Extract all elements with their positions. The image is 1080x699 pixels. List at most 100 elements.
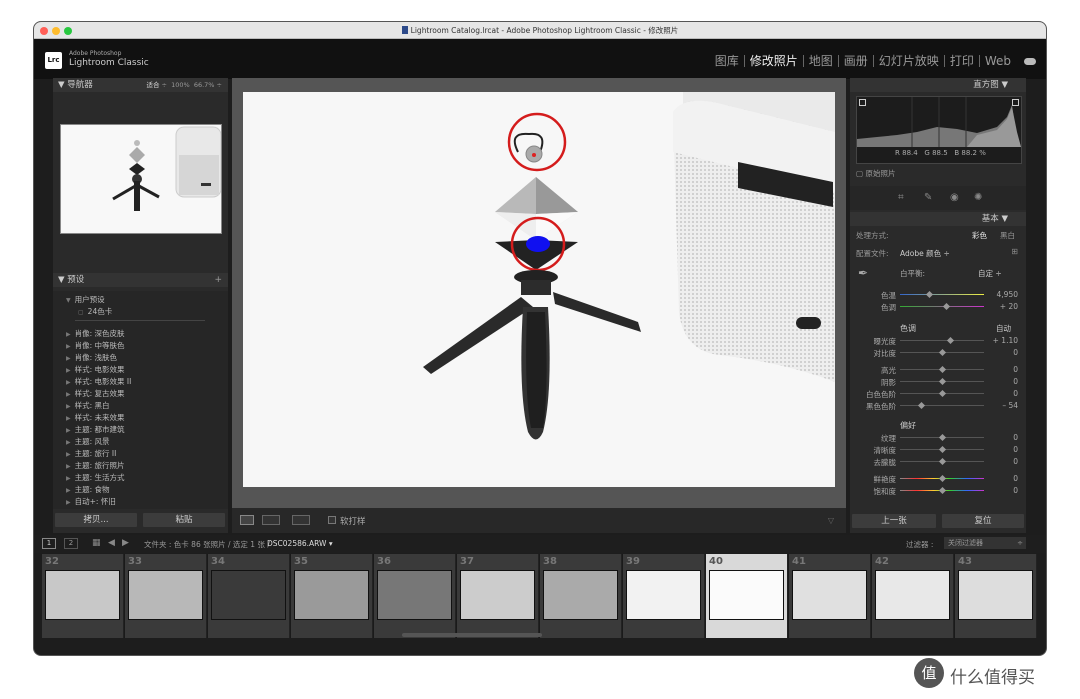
- preset-item[interactable]: ▶ 样式: 未来效果: [66, 412, 125, 423]
- filmstrip-thumbnail[interactable]: 34: [208, 554, 290, 638]
- wb-dropdown[interactable]: 自定 ÷: [978, 268, 1002, 279]
- paste-button[interactable]: 粘贴: [143, 513, 225, 527]
- slider-value[interactable]: + 1.10: [993, 336, 1018, 345]
- module-develop[interactable]: 修改照片: [745, 55, 804, 67]
- module-library[interactable]: 图库: [710, 55, 745, 67]
- preset-user-item[interactable]: ▢ 24色卡: [78, 306, 112, 317]
- preset-item[interactable]: ▶ 主题: 生活方式: [66, 472, 125, 483]
- filmstrip-thumbnail[interactable]: 33: [125, 554, 207, 638]
- filmstrip-thumbnail[interactable]: 38: [540, 554, 622, 638]
- slider-thumb[interactable]: [938, 474, 947, 483]
- slider-value[interactable]: 0: [1013, 486, 1018, 495]
- forward-arrow-icon[interactable]: ▶: [122, 538, 129, 548]
- crop-icon[interactable]: ⌗: [898, 192, 904, 203]
- previous-button[interactable]: 上一张: [852, 514, 936, 528]
- slider-value[interactable]: 0: [1013, 445, 1018, 454]
- module-slideshow[interactable]: 幻灯片放映: [874, 55, 945, 67]
- zoom-fit[interactable]: 适合: [146, 81, 159, 89]
- slider-value[interactable]: 0: [1013, 365, 1018, 374]
- window-2-button[interactable]: 2: [64, 538, 78, 549]
- window-1-button[interactable]: 1: [42, 538, 56, 549]
- preset-group[interactable]: ▼ 用户预设: [66, 294, 105, 305]
- module-book[interactable]: 画册: [839, 55, 874, 67]
- preset-item[interactable]: ▶ 样式: 复古效果: [66, 388, 125, 399]
- preset-item[interactable]: ▶ 样式: 电影效果 II: [66, 376, 131, 387]
- module-print[interactable]: 打印: [945, 55, 980, 67]
- back-arrow-icon[interactable]: ◀: [108, 538, 115, 548]
- slider-thumb[interactable]: [938, 433, 947, 442]
- highlight-clipping-icon[interactable]: [1012, 99, 1019, 106]
- loupe-view-icon[interactable]: [240, 515, 254, 525]
- slider-value[interactable]: 0: [1013, 474, 1018, 483]
- preset-item[interactable]: ▶ 主题: 风景: [66, 436, 110, 447]
- module-web[interactable]: Web: [980, 55, 1016, 67]
- softproof-checkbox[interactable]: [328, 516, 336, 524]
- slider-value[interactable]: – 54: [1002, 401, 1018, 410]
- slider-value[interactable]: 0: [1013, 377, 1018, 386]
- treatment-color[interactable]: 彩色: [972, 230, 987, 241]
- navigator-preview[interactable]: [60, 124, 222, 234]
- slider-thumb[interactable]: [938, 389, 947, 398]
- treatment-bw[interactable]: 黑白: [1000, 230, 1015, 241]
- slider-thumb[interactable]: [938, 486, 947, 495]
- preset-item[interactable]: ▶ 肖像: 深色皮肤: [66, 328, 125, 339]
- preset-item[interactable]: ▶ 主题: 食物: [66, 484, 110, 495]
- slider-value[interactable]: 0: [1013, 433, 1018, 442]
- slider-value[interactable]: 4,950: [997, 290, 1018, 299]
- zoom-667[interactable]: 66.7%: [194, 81, 215, 89]
- filmstrip-thumbnail[interactable]: 41: [789, 554, 871, 638]
- slider-thumb[interactable]: [938, 348, 947, 357]
- grid-icon[interactable]: ▦: [92, 538, 101, 548]
- histogram-header[interactable]: 直方图 ▼: [850, 78, 1026, 92]
- slider-track[interactable]: [900, 340, 984, 341]
- red-eye-icon[interactable]: ◉: [950, 192, 959, 203]
- preset-item[interactable]: ▶ 自动+: 怀旧: [66, 496, 116, 507]
- slider-value[interactable]: 0: [1013, 389, 1018, 398]
- preset-item[interactable]: ▶ 样式: 电影效果: [66, 364, 125, 375]
- copy-button[interactable]: 拷贝...: [55, 513, 137, 527]
- filmstrip-thumbnail[interactable]: 36: [374, 554, 456, 638]
- preset-item[interactable]: ▶ 主题: 旅行 II: [66, 448, 116, 459]
- slider-thumb[interactable]: [947, 336, 955, 345]
- slider-thumb[interactable]: [926, 290, 934, 299]
- original-photo-checkbox[interactable]: ▢ 原始照片: [856, 168, 895, 179]
- profile-dropdown[interactable]: Adobe 颜色 ÷: [900, 248, 950, 259]
- slider-value[interactable]: 0: [1013, 457, 1018, 466]
- profile-browser-icon[interactable]: ⊞: [1011, 247, 1018, 256]
- slider-thumb[interactable]: [938, 457, 947, 466]
- histogram[interactable]: R 88.4 G 88.5 B 88.2 %: [856, 96, 1022, 164]
- preset-item[interactable]: ▶ 肖像: 中等肤色: [66, 340, 125, 351]
- module-map[interactable]: 地图: [804, 55, 839, 67]
- preset-item[interactable]: ▶ 肖像: 浅肤色: [66, 352, 117, 363]
- spot-removal-icon[interactable]: ✎: [924, 192, 932, 203]
- toolbar-menu-icon[interactable]: ▽: [828, 516, 834, 525]
- filmstrip-thumbnail[interactable]: 40: [706, 554, 788, 638]
- slider-value[interactable]: 0: [1013, 348, 1018, 357]
- slider-thumb[interactable]: [938, 377, 947, 386]
- masking-icon[interactable]: ✺: [974, 192, 982, 203]
- shadow-clipping-icon[interactable]: [859, 99, 866, 106]
- cloud-icon[interactable]: [1024, 58, 1036, 65]
- navigator-header[interactable]: ▼ 导航器 适合 ÷ 100% 66.7% ÷: [53, 78, 228, 92]
- presets-header[interactable]: ▼ 预设 +: [53, 273, 228, 287]
- current-filename[interactable]: DSC02586.ARW ▾: [267, 539, 333, 548]
- before-after-icon[interactable]: [262, 515, 280, 525]
- before-after-split-icon[interactable]: [292, 515, 310, 525]
- filmstrip-scrollbar[interactable]: [402, 633, 542, 637]
- slider-track[interactable]: [900, 294, 984, 295]
- slider-thumb[interactable]: [917, 401, 926, 410]
- slider-thumb[interactable]: [943, 302, 951, 311]
- main-photo[interactable]: [243, 92, 835, 487]
- wb-eyedropper-icon[interactable]: ✒: [858, 266, 868, 280]
- basic-header[interactable]: 基本 ▼: [850, 212, 1026, 226]
- filmstrip-thumbnail[interactable]: 32: [42, 554, 124, 638]
- filmstrip-thumbnail[interactable]: 39: [623, 554, 705, 638]
- preset-item[interactable]: ▶ 主题: 旅行照片: [66, 460, 125, 471]
- add-preset-button[interactable]: +: [214, 273, 222, 287]
- filmstrip-thumbnail[interactable]: 35: [291, 554, 373, 638]
- slider-thumb[interactable]: [938, 445, 947, 454]
- slider-thumb[interactable]: [938, 365, 947, 374]
- reset-button[interactable]: 复位: [942, 514, 1024, 528]
- filmstrip-thumbnail[interactable]: 37: [457, 554, 539, 638]
- filmstrip-thumbnail[interactable]: 43: [955, 554, 1037, 638]
